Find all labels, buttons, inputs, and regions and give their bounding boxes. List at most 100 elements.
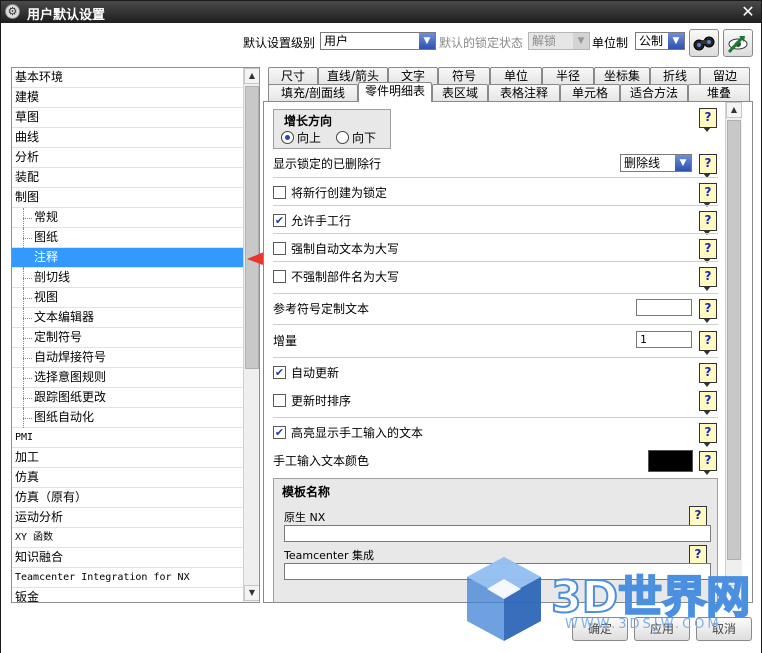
growth-up-radio[interactable] <box>281 131 294 144</box>
category-item[interactable]: 注释 <box>12 248 243 268</box>
teamcenter-label: Teamcenter 集成 <box>284 549 374 562</box>
no-force-part-uppercase-row: 不强制部件名为大写 <box>273 269 718 289</box>
help-force-uppercase-icon[interactable]: ? <box>699 239 717 263</box>
allow-manual-rows-checkbox[interactable]: ✔ <box>273 214 286 227</box>
native-nx-input[interactable] <box>284 525 711 542</box>
help-highlight-icon[interactable]: ? <box>699 423 717 447</box>
ref-symbol-text-input[interactable] <box>636 299 692 316</box>
category-item[interactable]: 图纸 <box>12 228 243 248</box>
no-force-part-uppercase-checkbox[interactable] <box>273 270 286 283</box>
help-growth-icon[interactable]: ? <box>699 108 717 132</box>
growth-down-radio[interactable] <box>336 131 349 144</box>
separator <box>273 205 718 206</box>
help-show-locked-icon[interactable]: ? <box>699 154 717 178</box>
defaults-level-value: 用户 <box>324 34 349 48</box>
category-item[interactable]: 剖切线 <box>12 268 243 288</box>
category-item[interactable]: 装配 <box>12 168 243 188</box>
help-ref-symbol-icon[interactable]: ? <box>699 299 717 323</box>
find-default-button[interactable] <box>689 29 719 57</box>
category-item[interactable]: 制图 <box>12 188 243 208</box>
highlight-manual-checkbox[interactable]: ✔ <box>273 426 286 439</box>
help-teamcenter-icon[interactable]: ? <box>689 545 707 569</box>
increment-input[interactable]: 1 <box>636 331 692 348</box>
teamcenter-input[interactable] <box>284 563 711 580</box>
category-item[interactable]: Teamcenter Integration for NX <box>12 568 243 588</box>
category-item[interactable]: PMI <box>12 428 243 448</box>
help-increment-icon[interactable]: ? <box>699 331 717 355</box>
defaults-level-select[interactable]: 用户 ▼ <box>320 32 436 50</box>
category-item[interactable]: 运动分析 <box>12 508 243 528</box>
growth-direction-title: 增长方向 <box>284 114 333 128</box>
category-item[interactable]: 基本环境 <box>12 68 243 88</box>
category-item[interactable]: 分析 <box>12 148 243 168</box>
tab-symbol[interactable]: 符号 <box>438 67 490 85</box>
scroll-down-icon[interactable]: ▼ <box>726 585 742 601</box>
tab-row-1: 尺寸 直线/箭头 文字 符号 单位 半径 坐标集 折线 留边 <box>263 67 753 85</box>
native-nx-label: 原生 NX <box>284 511 326 524</box>
help-sort-update-icon[interactable]: ? <box>699 391 717 415</box>
tab-table-region[interactable]: 表区域 <box>432 84 488 102</box>
tab-cell[interactable]: 单元格 <box>560 84 620 102</box>
template-name-title: 模板名称 <box>282 485 331 499</box>
category-item[interactable]: 文本编辑器 <box>12 308 243 328</box>
force-uppercase-checkbox[interactable] <box>273 242 286 255</box>
manual-text-color-swatch[interactable] <box>648 450 693 472</box>
close-icon[interactable]: ✕ <box>739 2 757 21</box>
create-new-locked-checkbox[interactable] <box>273 186 286 199</box>
ok-button[interactable]: 确定 <box>572 617 628 641</box>
help-native-icon[interactable]: ? <box>689 506 707 530</box>
sort-on-update-checkbox[interactable] <box>273 394 286 407</box>
category-item[interactable]: 仿真（原有） <box>12 488 243 508</box>
category-item[interactable]: 选择意图规则 <box>12 368 243 388</box>
category-item[interactable]: 曲线 <box>12 128 243 148</box>
help-create-locked-icon[interactable]: ? <box>699 183 717 207</box>
cancel-button[interactable]: 取消 <box>696 617 752 641</box>
tab-table-annotation[interactable]: 表格注释 <box>488 84 560 102</box>
tab-stack[interactable]: 堆叠 <box>688 84 750 102</box>
scroll-up-icon[interactable]: ▲ <box>244 68 259 84</box>
category-list: 基本环境 建模 草图 曲线 分析 装配 制图 常规 图纸 注释 剖切线 视图 文本编辑器 定制符号 自动焊接… <box>12 68 243 602</box>
category-tree: 基本环境 建模 草图 曲线 分析 装配 制图 常规 图纸 注释 剖切线 视图 文本编辑器 定制符号 自动焊接… <box>11 67 260 603</box>
chevron-down-icon: ▼ <box>675 155 691 171</box>
apply-button[interactable]: 应用 <box>634 617 690 641</box>
tab-coordinate-set[interactable]: 坐标集 <box>594 67 650 85</box>
tab-dimension[interactable]: 尺寸 <box>268 67 318 85</box>
auto-update-checkbox[interactable]: ✔ <box>273 366 286 379</box>
help-auto-update-icon[interactable]: ? <box>699 363 717 387</box>
category-item[interactable]: 视图 <box>12 288 243 308</box>
tab-fit-method[interactable]: 适合方法 <box>620 84 688 102</box>
category-item[interactable]: 建模 <box>12 88 243 108</box>
category-item[interactable]: 仿真 <box>12 468 243 488</box>
category-scrollbar[interactable]: ▲ ▼ <box>243 68 259 602</box>
tab-fill-hatch[interactable]: 填充/剖面线 <box>268 84 358 102</box>
category-item[interactable]: 定制符号 <box>12 328 243 348</box>
scroll-thumb[interactable] <box>727 120 741 560</box>
category-item[interactable]: 加工 <box>12 448 243 468</box>
tab-margin[interactable]: 留边 <box>700 67 750 85</box>
tab-parts-list[interactable]: 零件明细表 <box>358 82 432 102</box>
tab-polyline[interactable]: 折线 <box>650 67 700 85</box>
category-item[interactable]: 钣金 <box>12 588 243 602</box>
help-manual-color-icon[interactable]: ? <box>699 451 717 475</box>
scroll-thumb[interactable] <box>245 86 259 369</box>
scroll-up-icon[interactable]: ▲ <box>726 102 742 118</box>
category-item[interactable]: 草图 <box>12 108 243 128</box>
tab-radius[interactable]: 半径 <box>542 67 594 85</box>
separator <box>273 357 718 358</box>
separator <box>273 324 718 325</box>
category-item[interactable]: XY 函数 <box>12 528 243 548</box>
category-item[interactable]: 自动焊接符号 <box>12 348 243 368</box>
unit-system-select[interactable]: 公制 ▼ <box>635 32 685 50</box>
auto-update-label: 自动更新 <box>291 366 340 380</box>
scroll-down-icon[interactable]: ▼ <box>244 585 259 601</box>
manage-defaults-button[interactable] <box>723 29 753 57</box>
category-item[interactable]: 知识融合 <box>12 548 243 568</box>
settings-scrollbar[interactable]: ▲ ▼ <box>725 102 742 602</box>
category-item[interactable]: 跟踪图纸更改 <box>12 388 243 408</box>
category-item[interactable]: 常规 <box>12 208 243 228</box>
category-item[interactable]: 图纸自动化 <box>12 408 243 428</box>
help-no-force-part-icon[interactable]: ? <box>699 267 717 291</box>
show-locked-deleted-select[interactable]: 删除线 ▼ <box>620 154 692 172</box>
help-allow-manual-icon[interactable]: ? <box>699 211 717 235</box>
tab-units[interactable]: 单位 <box>490 67 542 85</box>
